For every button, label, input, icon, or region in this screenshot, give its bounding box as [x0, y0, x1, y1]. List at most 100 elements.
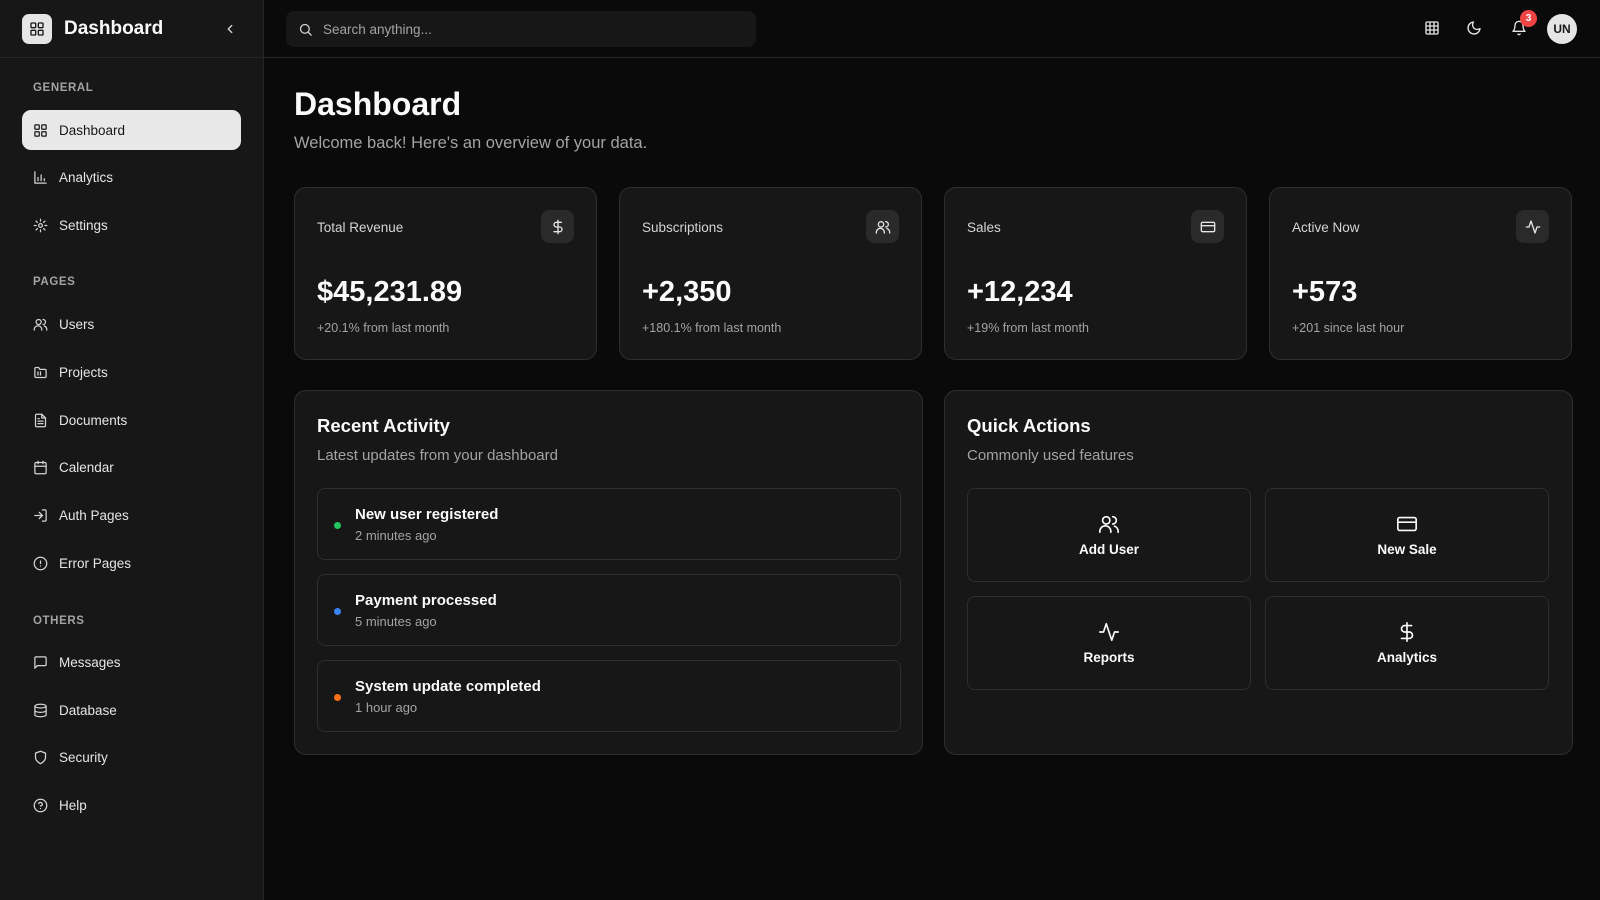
- stat-value: +2,350: [642, 276, 732, 308]
- theme-toggle-button[interactable]: [1465, 19, 1483, 37]
- stat-value: $45,231.89: [317, 276, 463, 308]
- help-circle-icon: [33, 798, 48, 812]
- sidebar-header: Dashboard: [0, 0, 263, 58]
- activity-title: Payment processed: [355, 592, 497, 609]
- stat-label: Active Now: [1292, 220, 1360, 235]
- activity-time: 1 hour ago: [355, 700, 418, 715]
- search-input[interactable]: [323, 21, 743, 37]
- sidebar-item-documents[interactable]: Documents: [22, 400, 241, 440]
- gear-icon: [33, 218, 48, 232]
- users-icon: [33, 318, 48, 331]
- activity-icon: [1099, 622, 1119, 642]
- sidebar-item-label: Security: [59, 749, 108, 765]
- grid-icon: [1425, 21, 1439, 35]
- page-title: Dashboard: [294, 86, 462, 122]
- collapse-sidebar-button[interactable]: [219, 18, 241, 40]
- sidebar-item-users[interactable]: Users: [22, 304, 241, 344]
- reports-button[interactable]: Reports: [967, 596, 1251, 690]
- dollar-icon: [1400, 622, 1414, 642]
- panel-subtitle: Latest updates from your dashboard: [317, 447, 558, 464]
- apps-grid-button[interactable]: [1423, 19, 1441, 37]
- sidebar-item-label: Settings: [59, 217, 108, 233]
- avatar[interactable]: UN: [1547, 14, 1577, 44]
- stat-value: +573: [1292, 276, 1358, 308]
- sidebar-item-help[interactable]: Help: [22, 785, 241, 825]
- stat-value: +12,234: [967, 276, 1073, 308]
- activity-title: New user registered: [355, 506, 499, 523]
- alert-circle-icon: [33, 556, 48, 570]
- chevron-left-icon: [227, 24, 233, 33]
- sidebar-item-label: Database: [59, 702, 117, 718]
- stat-label: Sales: [967, 220, 1001, 235]
- sidebar-item-label: Users: [59, 316, 95, 332]
- topbar: 3 UN: [264, 0, 1600, 58]
- app-title: Dashboard: [64, 17, 164, 39]
- stat-note: +20.1% from last month: [317, 321, 450, 335]
- activity-time: 2 minutes ago: [355, 528, 437, 543]
- credit-card-icon: [1191, 210, 1224, 243]
- sidebar-item-analytics[interactable]: Analytics: [22, 157, 241, 197]
- status-dot: [334, 522, 341, 529]
- database-icon: [34, 703, 47, 717]
- sidebar-item-dashboard[interactable]: Dashboard: [22, 110, 241, 150]
- folder-icon: [34, 366, 47, 378]
- recent-activity-panel: Recent Activity Latest updates from your…: [294, 390, 923, 755]
- sidebar-item-label: Dashboard: [59, 122, 126, 138]
- stat-note: +201 since last hour: [1292, 321, 1405, 335]
- activity-item[interactable]: System update completed 1 hour ago: [317, 660, 901, 732]
- stat-label: Subscriptions: [642, 220, 724, 235]
- message-icon: [34, 655, 47, 669]
- stat-label: Total Revenue: [317, 220, 404, 235]
- quick-action-label: Add User: [1078, 542, 1139, 557]
- stat-card-sales: Sales +12,234 +19% from last month: [944, 187, 1247, 360]
- status-dot: [334, 608, 341, 615]
- document-icon: [34, 413, 47, 427]
- quick-action-label: Analytics: [1376, 650, 1438, 665]
- search-bar[interactable]: [286, 11, 756, 47]
- page-subtitle: Welcome back! Here's an overview of your…: [294, 134, 648, 152]
- sidebar-item-label: Projects: [59, 364, 108, 380]
- sidebar-section-general: GENERAL: [33, 82, 94, 94]
- sidebar-item-label: Analytics: [59, 169, 114, 185]
- panel-title: Quick Actions: [967, 415, 1091, 436]
- shield-icon: [34, 750, 47, 764]
- panel-title: Recent Activity: [317, 415, 450, 436]
- sidebar-item-database[interactable]: Database: [22, 690, 241, 730]
- stat-card-active-now: Active Now +573 +201 since last hour: [1269, 187, 1572, 360]
- sidebar-item-calendar[interactable]: Calendar: [22, 447, 241, 487]
- sidebar-item-settings[interactable]: Settings: [22, 205, 241, 245]
- sidebar-item-error-pages[interactable]: Error Pages: [22, 543, 241, 583]
- sidebar-item-projects[interactable]: Projects: [22, 352, 241, 392]
- sidebar-item-label: Documents: [59, 412, 128, 428]
- sidebar-item-label: Error Pages: [59, 555, 132, 571]
- stat-card-subscriptions: Subscriptions +2,350 +180.1% from last m…: [619, 187, 922, 360]
- sidebar-section-others: OTHERS: [33, 615, 85, 627]
- sidebar-item-label: Messages: [59, 654, 121, 670]
- activity-time: 5 minutes ago: [355, 614, 437, 629]
- activity-icon: [1516, 210, 1549, 243]
- sidebar-item-auth-pages[interactable]: Auth Pages: [22, 495, 241, 535]
- add-user-button[interactable]: Add User: [967, 488, 1251, 582]
- search-icon: [299, 23, 312, 36]
- activity-item[interactable]: New user registered 2 minutes ago: [317, 488, 901, 560]
- sidebar-item-messages[interactable]: Messages: [22, 642, 241, 682]
- activity-item[interactable]: Payment processed 5 minutes ago: [317, 574, 901, 646]
- users-icon: [1099, 515, 1119, 534]
- panel-subtitle: Commonly used features: [967, 447, 1134, 464]
- stat-note: +180.1% from last month: [642, 321, 782, 335]
- notification-badge: 3: [1520, 10, 1537, 27]
- app-logo-icon[interactable]: [22, 13, 52, 44]
- sidebar: Dashboard GENERAL Dashboard Analytics Se…: [0, 0, 264, 900]
- login-icon: [34, 508, 47, 522]
- dollar-icon: [541, 210, 574, 243]
- quick-actions-panel: Quick Actions Commonly used features Add…: [944, 390, 1573, 755]
- quick-action-label: Reports: [1083, 650, 1135, 665]
- sidebar-item-security[interactable]: Security: [22, 737, 241, 777]
- quick-action-label: New Sale: [1377, 542, 1437, 557]
- stat-card-total-revenue: Total Revenue $45,231.89 +20.1% from las…: [294, 187, 597, 360]
- analytics-button[interactable]: Analytics: [1265, 596, 1549, 690]
- bar-chart-icon: [34, 170, 47, 184]
- new-sale-button[interactable]: New Sale: [1265, 488, 1549, 582]
- stat-note: +19% from last month: [967, 321, 1089, 335]
- sidebar-item-label: Calendar: [59, 459, 114, 475]
